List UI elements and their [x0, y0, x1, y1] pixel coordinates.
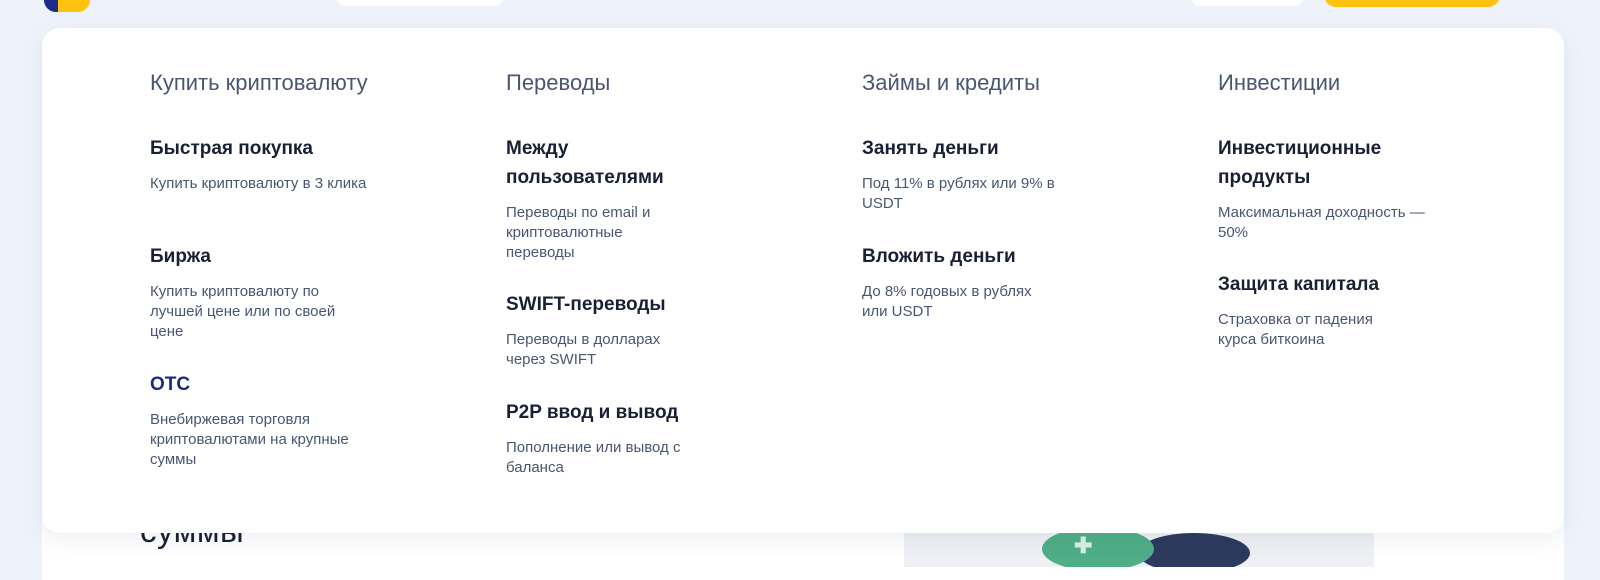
coin-stack-image [1138, 533, 1250, 567]
coin-image [1042, 527, 1154, 567]
menu-item-title: Занять деньги [862, 138, 999, 159]
menu-item-title: Вложить деньги [862, 246, 1016, 267]
menu-item-description: Купить криптовалюту в 3 клика [150, 175, 367, 192]
column-title: Переводы [506, 70, 611, 95]
menu-item-title: SWIFT-переводы [506, 294, 666, 315]
menu-item-title: Между пользователями [506, 138, 664, 188]
menu-item-description: Под 11% в рублях или 9% в USDT [862, 175, 1055, 212]
menu-item-description: Пополнение или вывод с баланса [506, 439, 681, 476]
menu-item-p2p-deposit[interactable]: P2P ввод и вывод Пополнение или вывод с … [506, 398, 786, 478]
menu-item-investment-products[interactable]: Инвестиционные продукты Максимальная дох… [1218, 134, 1425, 243]
menu-item-title: Быстрая покупка [150, 138, 314, 159]
header-cta-button[interactable] [1324, 0, 1500, 7]
menu-item-exchange[interactable]: Биржа Купить криптовалюту по лучшей цене… [150, 242, 430, 342]
brand-logo[interactable] [44, 0, 90, 12]
menu-item-capital-protection[interactable]: Защита капитала Страховка от падения кур… [1218, 270, 1498, 350]
menu-item-description: Страховка от падения курса биткоина [1218, 311, 1373, 348]
menu-item-description: Переводы в долларах через SWIFT [506, 331, 661, 368]
plus-icon: ✚ [1074, 533, 1093, 558]
menu-item-p2p-users[interactable]: Между пользователями Переводы по email и… [506, 134, 676, 263]
menu-item-quick-buy[interactable]: Быстрая покупка Купить криптовалюту в 3 … [150, 134, 430, 194]
menu-item-title: Инвестиционные продукты [1218, 138, 1382, 188]
menu-item-invest-money[interactable]: Вложить деньги До 8% годовых в рублях ил… [862, 242, 1142, 322]
column-title: Купить криптовалюту [150, 70, 368, 95]
menu-item-description: Внебиржевая торговля криптовалютами на к… [150, 411, 349, 468]
menu-item-title: P2P ввод и вывод [506, 402, 679, 423]
column-title: Займы и кредиты [862, 70, 1040, 95]
menu-item-description: До 8% годовых в рублях или USDT [862, 283, 1032, 320]
products-dropdown-menu: Купить криптовалюту Быстрая покупка Купи… [42, 28, 1564, 533]
menu-item-title: Биржа [150, 246, 211, 267]
menu-item-description: Переводы по email и криптовалютные перев… [506, 204, 651, 261]
header-login-button[interactable] [1190, 0, 1304, 6]
menu-item-borrow[interactable]: Занять деньги Под 11% в рублях или 9% в … [862, 134, 1142, 214]
menu-item-description: Максимальная доходность — 50% [1218, 204, 1425, 241]
header-search-input[interactable] [336, 0, 504, 6]
section-illustration: ✚ [904, 527, 1374, 567]
menu-item-title: OTC [150, 374, 191, 395]
menu-item-otc[interactable]: OTC Внебиржевая торговля криптовалютами … [150, 370, 430, 470]
menu-item-swift[interactable]: SWIFT-переводы Переводы в долларах через… [506, 290, 786, 370]
menu-item-description: Купить криптовалюту по лучшей цене или п… [150, 283, 336, 340]
column-title: Инвестиции [1218, 70, 1341, 95]
menu-item-title: Защита капитала [1218, 274, 1380, 295]
